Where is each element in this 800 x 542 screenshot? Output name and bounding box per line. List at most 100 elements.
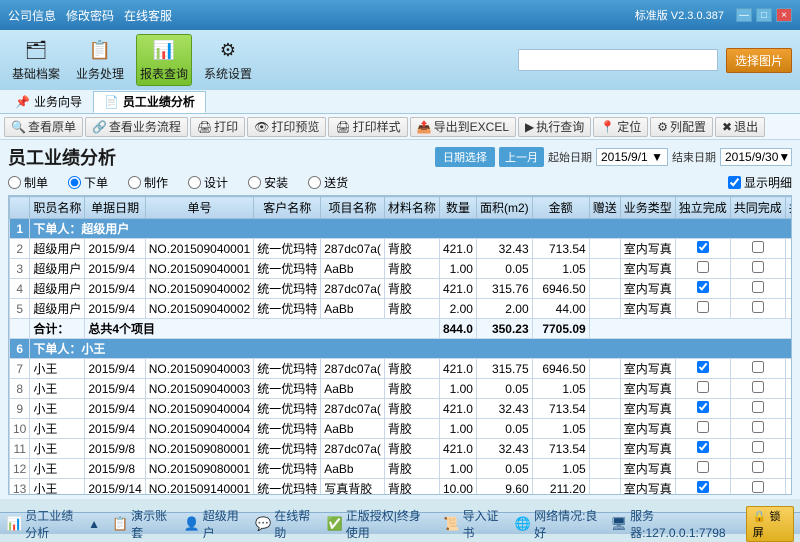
table-row[interactable]: 12 小王 2015/9/8 NO.201509080001 统一优玛特 AaB… — [10, 459, 793, 479]
cell-qty: 1.00 — [439, 379, 476, 399]
btn-dayinyanshi[interactable]: 🖨 打印样式 — [328, 117, 407, 137]
cell-collab[interactable] — [730, 399, 785, 419]
status-zhangtan[interactable]: 📋 演示账套 — [112, 507, 172, 541]
btn-liepeizhia[interactable]: ⚙ 列配置 — [650, 117, 713, 137]
company-info-link[interactable]: 公司信息 — [8, 7, 56, 24]
cell-collab[interactable] — [730, 279, 785, 299]
filter-sheji[interactable]: 设计 — [188, 174, 228, 191]
cell-gift — [589, 359, 620, 379]
cell-biztype: 室内写真 — [620, 279, 675, 299]
close-btn[interactable]: × — [776, 8, 792, 22]
cell-biztype: 室内写真 — [620, 379, 675, 399]
status-help[interactable]: 💬 在线帮助 — [255, 507, 315, 541]
cell-collab[interactable] — [730, 479, 785, 496]
btn-dayin[interactable]: 🖨 打印 — [190, 117, 245, 137]
table-row[interactable]: 4 超级用户 2015/9/4 NO.201509040002 统一优玛特 28… — [10, 279, 793, 299]
col-biztype: 业务类型 — [620, 197, 675, 219]
status-user[interactable]: 👤 超级用户 — [184, 507, 244, 541]
table-row[interactable]: 7 小王 2015/9/4 NO.201509040003 统一优玛特 287d… — [10, 359, 793, 379]
cell-project: AaBb — [321, 379, 385, 399]
table-row[interactable]: 2 超级用户 2015/9/4 NO.201509040001 统一优玛特 28… — [10, 239, 793, 259]
maximize-btn[interactable]: □ — [756, 8, 772, 22]
cell-done[interactable] — [675, 299, 730, 319]
cell-qty: 421.0 — [439, 239, 476, 259]
filter-zhizuo[interactable]: 制作 — [128, 174, 168, 191]
toolbar-btn-baobiao[interactable]: 📊 报表查询 — [136, 34, 192, 86]
cell-done[interactable] — [675, 419, 730, 439]
cell-gift — [589, 459, 620, 479]
cell-gift — [589, 419, 620, 439]
cell-done[interactable] — [675, 379, 730, 399]
cell-amount: 713.54 — [532, 239, 589, 259]
col-amount: 金额 — [532, 197, 589, 219]
cell-done[interactable] — [675, 459, 730, 479]
filter-zhidan[interactable]: 制单 — [8, 174, 48, 191]
filter-songhuo[interactable]: 送货 — [308, 174, 348, 191]
toolbar-btn-xitong[interactable]: ⚙ 系统设置 — [200, 34, 256, 86]
filter-anzhuang[interactable]: 安装 — [248, 174, 288, 191]
cell-done[interactable] — [675, 399, 730, 419]
cell-done[interactable] — [675, 279, 730, 299]
table-row[interactable]: 11 小王 2015/9/8 NO.201509080001 统一优玛特 287… — [10, 439, 793, 459]
minimize-btn[interactable]: — — [736, 8, 752, 22]
subtotal-empty — [589, 319, 792, 339]
cell-done[interactable] — [675, 239, 730, 259]
cell-done[interactable] — [675, 359, 730, 379]
cell-employee: 超级用户 — [30, 299, 85, 319]
cell-collab[interactable] — [730, 379, 785, 399]
cell-done[interactable] — [675, 259, 730, 279]
table-row[interactable]: 10 小王 2015/9/4 NO.201509040004 统一优玛特 AaB… — [10, 419, 793, 439]
status-network: 🌐 网络情况:良好 — [515, 507, 599, 541]
end-date-input[interactable]: 2015/9/30 ▼ — [720, 148, 792, 166]
tab-yuangongyeji[interactable]: 📄 员工业绩分析 — [93, 91, 206, 113]
show-detail-checkbox[interactable]: 显示明细 — [728, 174, 792, 191]
lock-screen-btn[interactable]: 🔒 锁屏 — [746, 506, 794, 542]
filter-xiadan[interactable]: 下单 — [68, 174, 108, 191]
btn-yewuliucheng[interactable]: 🔗 查看业务流程 — [85, 117, 188, 137]
cell-collab[interactable] — [730, 359, 785, 379]
btn-daochu-excel[interactable]: 📤 导出到EXCEL — [410, 117, 516, 137]
cell-amount: 713.54 — [532, 399, 589, 419]
data-table-container[interactable]: 职员名称 单据日期 单号 客户名称 项目名称 材料名称 数量 面积(m2) 金额… — [8, 195, 792, 495]
table-row[interactable]: 5 超级用户 2015/9/4 NO.201509040002 统一优玛特 Aa… — [10, 299, 793, 319]
cell-done[interactable] — [675, 439, 730, 459]
btn-dayinyulan[interactable]: 👁 打印预览 — [247, 117, 326, 137]
table-row[interactable]: 8 小王 2015/9/4 NO.201509040003 统一优玛特 AaBb… — [10, 379, 793, 399]
btn-zhixing-chaxun[interactable]: ▶ 执行查询 — [518, 117, 591, 137]
table-head: 职员名称 单据日期 单号 客户名称 项目名称 材料名称 数量 面积(m2) 金额… — [10, 197, 793, 219]
status-yuangong[interactable]: 📊 员工业绩分析 ▲ — [6, 507, 100, 541]
cell-collab[interactable] — [730, 459, 785, 479]
cell-gift — [589, 399, 620, 419]
status-license[interactable]: ✅ 正版授权|终身使用 — [327, 507, 432, 541]
btn-dingwei[interactable]: 📍 定位 — [593, 117, 648, 137]
cell-area: 2.00 — [476, 299, 532, 319]
cell-collab[interactable] — [730, 239, 785, 259]
btn-chakan-yuandan[interactable]: 🔍 查看原单 — [4, 117, 83, 137]
cell-biztype: 室内写真 — [620, 479, 675, 496]
toolbar-btn-yewuchuli[interactable]: 📋 业务处理 — [72, 34, 128, 86]
status-import-cert[interactable]: 📜 导入证书 — [443, 507, 503, 541]
cell-collab[interactable] — [730, 419, 785, 439]
period-btn[interactable]: 上一月 — [499, 147, 544, 167]
title-bar-links: 公司信息 修改密码 在线客服 — [8, 7, 172, 24]
select-img-btn[interactable]: 选择图片 — [726, 48, 792, 73]
cell-done[interactable] — [675, 479, 730, 496]
online-support-link[interactable]: 在线客服 — [124, 7, 172, 24]
table-row[interactable]: 3 超级用户 2015/9/4 NO.201509040001 统一优玛特 Aa… — [10, 259, 793, 279]
cell-qty: 1.00 — [439, 459, 476, 479]
search-input[interactable] — [518, 49, 718, 71]
cell-area: 0.05 — [476, 459, 532, 479]
date-selector: 日期选择 上一月 起始日期 2015/9/1 ▼ 结束日期 2015/9/30 … — [435, 147, 792, 167]
btn-tuichu[interactable]: ✖ 退出 — [715, 117, 765, 137]
table-row[interactable]: 9 小王 2015/9/4 NO.201509040004 统一优玛特 287d… — [10, 399, 793, 419]
cell-collabnum: 1 — [785, 379, 792, 399]
toolbar-btn-jichudangan[interactable]: 🗂 基础档案 — [8, 34, 64, 86]
cell-collab[interactable] — [730, 299, 785, 319]
table-row[interactable]: 13 小王 2015/9/14 NO.201509140001 统一优玛特 写真… — [10, 479, 793, 496]
cell-amount: 6946.50 — [532, 279, 589, 299]
start-date-input[interactable]: 2015/9/1 ▼ — [596, 148, 668, 166]
cell-collab[interactable] — [730, 259, 785, 279]
cell-collab[interactable] — [730, 439, 785, 459]
tab-yewuxiangdao[interactable]: 📌 业务向导 — [4, 91, 93, 113]
change-password-link[interactable]: 修改密码 — [66, 7, 114, 24]
